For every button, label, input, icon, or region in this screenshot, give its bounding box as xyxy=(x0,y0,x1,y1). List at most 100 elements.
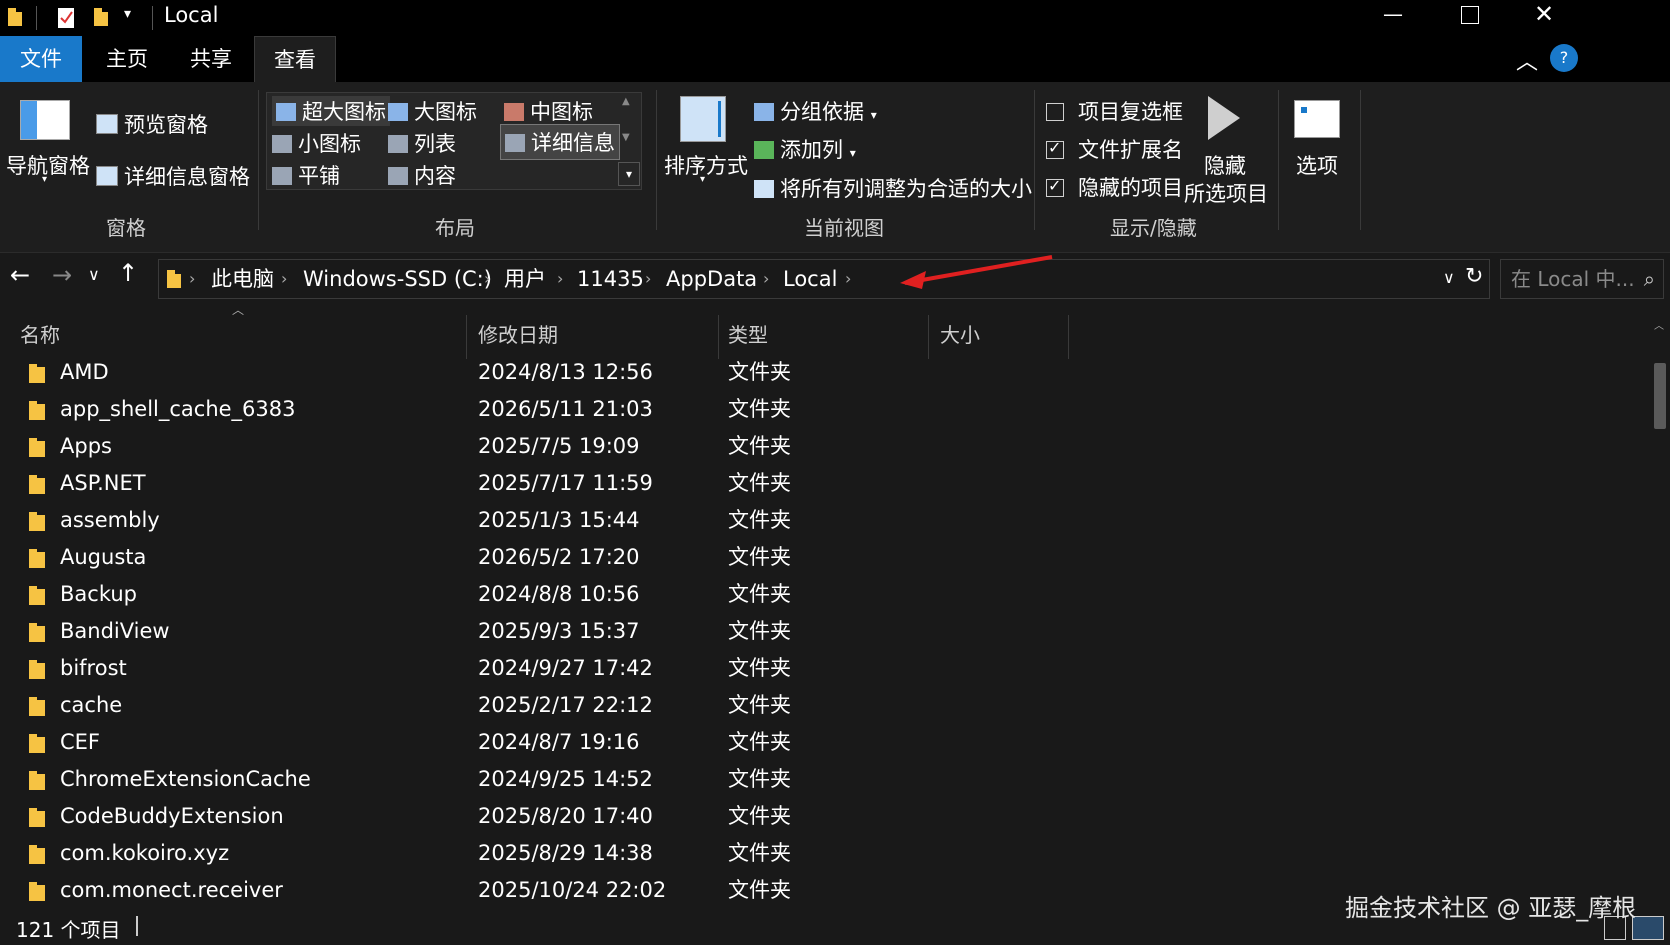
recent-locations-chevron-icon[interactable]: ∨ xyxy=(88,265,100,284)
nav-pane-button[interactable]: 导航窗格 xyxy=(6,150,90,180)
hide-selected-label-1[interactable]: 隐藏 xyxy=(1204,150,1246,180)
breadcrumb-separator-icon[interactable]: › xyxy=(189,260,195,298)
new-folder-icon[interactable] xyxy=(92,6,110,28)
file-name: app_shell_cache_6383 xyxy=(60,397,296,421)
refresh-icon[interactable]: ↻ xyxy=(1465,264,1483,289)
vertical-scrollbar[interactable]: ︿ xyxy=(1650,315,1670,908)
list-icon xyxy=(388,135,408,153)
divider[interactable] xyxy=(718,315,719,359)
breadcrumb-separator-icon[interactable]: › xyxy=(645,260,651,298)
table-row[interactable]: AMD 2024/8/13 12:56 文件夹 xyxy=(0,354,1650,391)
tab-file[interactable]: 文件 xyxy=(0,36,82,82)
layout-extra-large-icons[interactable]: 超大图标 xyxy=(272,96,390,126)
divider xyxy=(258,90,259,230)
preview-pane-label: 预览窗格 xyxy=(124,113,208,137)
layout-tiles[interactable]: 平铺 xyxy=(272,160,340,190)
column-header-date[interactable]: 修改日期 xyxy=(478,315,558,355)
divider[interactable] xyxy=(466,315,467,359)
table-row[interactable]: ChromeExtensionCache 2024/9/25 14:52 文件夹 xyxy=(0,761,1650,798)
item-checkboxes-toggle[interactable]: 项目复选框 xyxy=(1046,96,1183,126)
table-row[interactable]: com.kokoiro.xyz 2025/8/29 14:38 文件夹 xyxy=(0,835,1650,872)
layout-content[interactable]: 内容 xyxy=(388,160,456,190)
search-input[interactable]: 在 Local 中... ⌕ xyxy=(1500,259,1664,299)
file-type: 文件夹 xyxy=(728,582,791,606)
table-row[interactable]: CEF 2024/8/7 19:16 文件夹 xyxy=(0,724,1650,761)
file-name: cache xyxy=(60,693,123,717)
layout-list[interactable]: 列表 xyxy=(388,128,456,158)
forward-button[interactable]: → xyxy=(52,261,72,289)
layout-details[interactable]: 详细信息 xyxy=(500,124,620,160)
breadcrumb-separator-icon[interactable]: › xyxy=(484,260,490,298)
table-row[interactable]: bifrost 2024/9/27 17:42 文件夹 xyxy=(0,650,1650,687)
properties-icon[interactable] xyxy=(56,6,76,30)
chevron-down-icon: ▾ xyxy=(42,174,48,185)
tab-view[interactable]: 查看 xyxy=(254,36,336,83)
breadcrumb-this-pc[interactable]: 此电脑 xyxy=(211,260,274,298)
gallery-scroll-down-icon[interactable]: ▼ xyxy=(622,132,630,143)
preview-pane-button[interactable]: 预览窗格 xyxy=(96,109,208,139)
add-column-button[interactable]: 添加列 ▾ xyxy=(754,134,856,164)
breadcrumb-separator-icon[interactable]: › xyxy=(281,260,287,298)
minimize-button[interactable]: — xyxy=(1383,2,1403,26)
table-row[interactable]: ASP.NET 2025/7/17 11:59 文件夹 xyxy=(0,465,1650,502)
back-button[interactable]: ← xyxy=(10,261,30,289)
file-extensions-toggle[interactable]: 文件扩展名 xyxy=(1046,134,1183,164)
maximize-button[interactable] xyxy=(1461,6,1479,24)
file-list: AMD 2024/8/13 12:56 文件夹 app_shell_cache_638… xyxy=(0,354,1650,908)
breadcrumb-user[interactable]: 11435 xyxy=(577,260,644,298)
details-pane-button[interactable]: 详细信息窗格 xyxy=(96,161,250,191)
file-extensions-checkbox[interactable] xyxy=(1046,138,1064,159)
collapse-ribbon-icon[interactable]: ︿ xyxy=(1516,44,1538,76)
table-row[interactable]: CodeBuddyExtension 2025/8/20 17:40 文件夹 xyxy=(0,798,1650,835)
file-type: 文件夹 xyxy=(728,767,791,791)
hidden-items-toggle[interactable]: 隐藏的项目 xyxy=(1046,172,1183,202)
group-label-show-hide: 显示/隐藏 xyxy=(1110,216,1197,240)
table-row[interactable]: Augusta 2026/5/2 17:20 文件夹 xyxy=(0,539,1650,576)
item-checkboxes-checkbox[interactable] xyxy=(1046,103,1064,121)
breadcrumb-separator-icon[interactable]: › xyxy=(557,260,563,298)
gallery-expand-icon[interactable]: ▾ xyxy=(618,162,640,186)
fit-columns-button[interactable]: 将所有列调整为合适的大小 xyxy=(754,173,1032,203)
table-row[interactable]: assembly 2025/1/3 15:44 文件夹 xyxy=(0,502,1650,539)
table-row[interactable]: cache 2025/2/17 22:12 文件夹 xyxy=(0,687,1650,724)
column-header-type[interactable]: 类型 xyxy=(728,315,768,355)
file-date: 2024/9/27 17:42 xyxy=(478,656,653,680)
file-type: 文件夹 xyxy=(728,508,791,532)
address-history-chevron-icon[interactable]: ∨ xyxy=(1443,268,1455,287)
layout-medium-icons[interactable]: 中图标 xyxy=(504,96,593,126)
help-icon[interactable]: ? xyxy=(1550,44,1578,72)
hidden-items-checkbox[interactable] xyxy=(1046,176,1064,197)
quick-access-dropdown-icon[interactable]: ▾ xyxy=(124,6,131,22)
breadcrumb-drive[interactable]: Windows-SSD (C:) xyxy=(303,260,492,298)
table-row[interactable]: Backup 2024/8/8 10:56 文件夹 xyxy=(0,576,1650,613)
options-button[interactable]: 选项 xyxy=(1296,150,1338,180)
tab-share[interactable]: 共享 xyxy=(172,36,250,82)
table-row[interactable]: BandiView 2025/9/3 15:37 文件夹 xyxy=(0,613,1650,650)
divider[interactable] xyxy=(1068,315,1069,359)
divider[interactable] xyxy=(928,315,929,359)
tab-home[interactable]: 主页 xyxy=(88,36,166,82)
up-button[interactable]: ↑ xyxy=(118,259,138,287)
hidden-items-label: 隐藏的项目 xyxy=(1078,176,1183,200)
breadcrumb-users[interactable]: 用户 xyxy=(504,260,546,298)
folder-icon xyxy=(29,364,45,383)
gallery-scroll-up-icon[interactable]: ▲ xyxy=(622,96,630,107)
scrollbar-thumb[interactable] xyxy=(1654,363,1666,429)
item-checkboxes-label: 项目复选框 xyxy=(1078,100,1183,124)
layout-label: 超大图标 xyxy=(302,100,386,124)
scroll-up-icon[interactable]: ︿ xyxy=(1654,317,1664,332)
layout-small-icons[interactable]: 小图标 xyxy=(272,128,361,158)
close-button[interactable]: ✕ xyxy=(1534,0,1554,28)
table-row[interactable]: Apps 2025/7/5 19:09 文件夹 xyxy=(0,428,1650,465)
annotation-arrow-icon xyxy=(900,255,1053,289)
hide-selected-label-2[interactable]: 所选项目 xyxy=(1184,178,1268,208)
layout-large-icons[interactable]: 大图标 xyxy=(388,96,477,126)
sort-by-button[interactable]: 排序方式 xyxy=(664,150,748,180)
column-header-name[interactable]: 名称 xyxy=(20,315,60,355)
group-by-button[interactable]: 分组依据 ▾ xyxy=(754,96,877,126)
folder-icon xyxy=(29,623,45,642)
table-row[interactable]: app_shell_cache_6383 2026/5/11 21:03 文件夹 xyxy=(0,391,1650,428)
column-header-size[interactable]: 大小 xyxy=(940,315,980,355)
file-name: ASP.NET xyxy=(60,471,146,495)
large-icons-view-icon[interactable] xyxy=(1632,916,1664,940)
